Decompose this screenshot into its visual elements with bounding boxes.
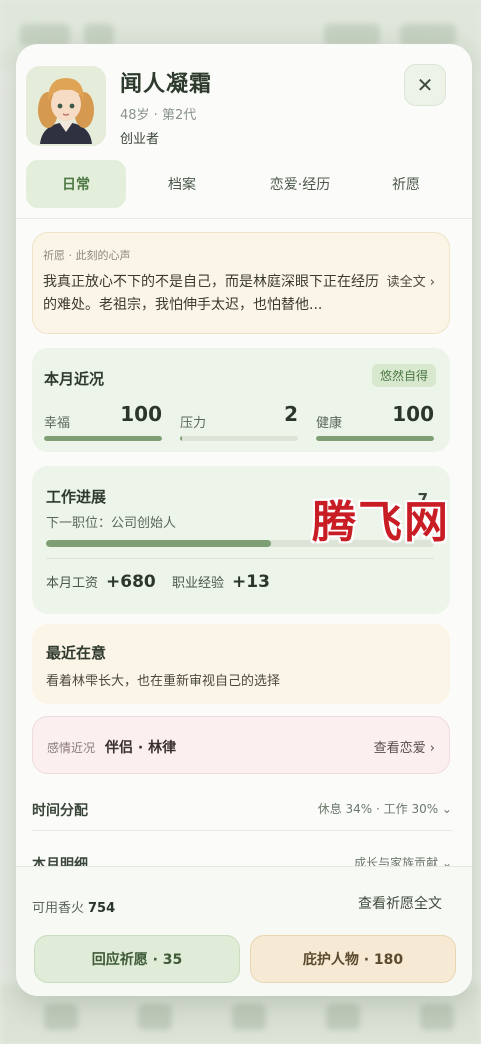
work-progress-title: 工作进展 [46,488,107,506]
salary-value: +680 [106,572,156,592]
experience-value: +13 [232,572,270,592]
divider [46,558,434,559]
stat-happiness: 幸福 100 [44,402,162,442]
stat-bar [44,436,162,441]
stat-bar-fill [180,436,183,441]
background-chip [20,24,70,46]
background-chip [324,24,380,46]
romance-label: 感情近况 [47,741,96,755]
site-watermark: 腾飞网 [312,497,450,548]
stat-bar-fill [44,436,162,441]
tab-profile[interactable]: 档案 [132,160,232,208]
wish-text: 我真正放心不下的不是自己，而是林庭深眼下正在经历的难处。老祖宗，我怕伸手太迟，也… [43,274,379,313]
respond-wish-button[interactable]: 回应祈愿 · 35 [34,935,240,983]
character-meta: 48岁 · 第2代 [120,108,197,123]
salary-label: 本月工资 [46,576,99,591]
partner-name: 伴侣 · 林律 [105,740,177,756]
stat-label: 健康 [316,416,343,431]
incense-value: 754 [88,901,116,916]
wish-card[interactable]: 祈愿 · 此刻的心声 我真正放心不下的不是自己，而是林庭深眼下正在经历的难处。老… [32,232,450,334]
stat-pressure: 压力 2 [180,402,298,442]
view-full-wish-link[interactable]: 查看祈愿全文 [358,893,442,913]
stat-value: 100 [120,402,162,426]
portrait-illustration [26,66,106,146]
character-avatar [26,66,106,146]
background-chip [84,24,114,46]
close-icon: ✕ [416,73,434,97]
recent-care-card: 最近在意 看着林雫长大，也在重新审视自己的选择 [32,624,450,704]
mood-badge: 悠然自得 [371,364,436,387]
stat-bar [316,436,434,441]
recent-care-title: 最近在意 [46,644,107,662]
stat-value: 100 [392,402,434,426]
background-nav-tab [44,1004,78,1030]
background-chip [400,24,456,46]
character-name: 闻人凝霜 [120,72,213,97]
month-status-title: 本月近况 [44,370,105,388]
row-title: 时间分配 [32,803,88,819]
stat-bar [180,436,298,441]
background-nav-tab [232,1004,266,1030]
background-nav-tab [326,1004,360,1030]
stat-label: 压力 [180,416,207,431]
stat-value: 2 [284,402,298,426]
view-romance-link[interactable]: 查看恋爱 › [374,737,435,756]
character-detail-modal: 闻人凝霜 48岁 · 第2代 创业者 ✕ 日常 档案 恋爱·经历 祈愿 祈愿 ·… [16,44,472,996]
romance-status-card[interactable]: 感情近况 伴侣 · 林律 查看恋爱 › [32,716,450,774]
incense-label: 可用香火 [32,901,85,916]
protect-character-button[interactable]: 庇护人物 · 180 [250,935,456,983]
tab-divider [16,218,472,219]
experience-row: 职业经验 +13 [172,572,270,592]
work-progress-fill [46,540,272,547]
row-summary: 休息 34% · 工作 30% ⌄ [317,802,452,816]
salary-row: 本月工资 +680 [46,572,156,592]
background-nav-tab [138,1004,172,1030]
month-status-card: 本月近况 悠然自得 幸福 100 压力 2 健康 100 [32,348,450,452]
time-allocation-row[interactable]: 时间分配 休息 34% · 工作 30% ⌄ [32,786,452,830]
background-nav-tab [420,1004,454,1030]
stat-health: 健康 100 [316,402,434,442]
close-button[interactable]: ✕ [404,64,446,106]
stat-label: 幸福 [44,416,71,431]
row-divider [32,830,452,831]
tab-daily[interactable]: 日常 [26,160,126,208]
tab-wish[interactable]: 祈愿 [356,160,456,208]
wish-label: 祈愿 · 此刻的心声 [43,249,131,262]
recent-care-text: 看着林雫长大，也在重新审视自己的选择 [46,674,281,689]
read-full-link[interactable]: 读全文 › [387,271,435,290]
stat-bar-fill [316,436,434,441]
tab-romance-history[interactable]: 恋爱·经历 [238,160,362,208]
incense-balance: 可用香火 754 [32,897,115,916]
tab-bar: 日常 档案 恋爱·经历 祈愿 [26,160,446,210]
experience-label: 职业经验 [172,576,225,591]
character-role: 创业者 [120,132,160,147]
modal-footer: 可用香火 754 查看祈愿全文 回应祈愿 · 35 庇护人物 · 180 [16,866,472,996]
next-position: 下一职位：公司创始人 [46,516,177,531]
